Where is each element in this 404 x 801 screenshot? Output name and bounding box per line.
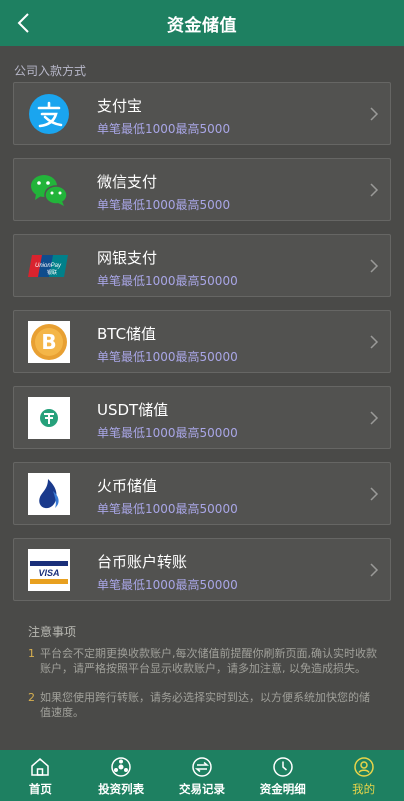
chevron-right-icon [370,335,379,349]
payment-method-huobi[interactable]: 火币储值 单笔最低1000最高50000 [13,462,391,525]
visa-icon: VISA [28,549,70,591]
section-label: 公司入款方式 [14,64,87,78]
unionpay-icon: UnionPay 银联 [28,245,70,287]
method-name: 火币储值 [97,477,158,495]
tab-label: 资金明细 [259,782,306,796]
method-limit: 单笔最低1000最高50000 [97,502,238,516]
tab-label: 交易记录 [178,782,225,796]
tab-profile[interactable]: 我的 [323,750,404,801]
payment-method-usdt[interactable]: USDT储值 单笔最低1000最高50000 [13,386,391,449]
transactions-icon [192,757,212,777]
note-item: 1 平台会不定期更换收款账户,每次储值前提醒你刷新页面,确认实时收款账户，请严格… [28,646,378,676]
svg-text:UnionPay: UnionPay [35,263,62,269]
tab-label: 我的 [352,782,376,796]
method-name: 微信支付 [97,173,158,191]
note-number: 1 [28,647,35,660]
method-name: BTC储值 [97,325,157,343]
chevron-right-icon [370,183,379,197]
notes-title: 注意事项 [28,625,77,639]
svg-text:B: B [41,330,56,354]
tab-invest-list[interactable]: 投资列表 [81,750,162,801]
page-title: 资金储值 [167,15,237,36]
chevron-right-icon [370,107,379,121]
chevron-right-icon [370,259,379,273]
method-name: 支付宝 [97,97,143,115]
method-limit: 单笔最低1000最高50000 [97,274,238,288]
note-text: 如果您使用跨行转账，请务必选择实时到达，以方便系统加快您的储值速度。 [40,691,370,719]
method-limit: 单笔最低1000最高50000 [97,350,238,364]
clock-icon [273,757,293,777]
bitcoin-icon: B [28,321,70,363]
notes-section: 注意事项 1 平台会不定期更换收款账户,每次储值前提醒你刷新页面,确认实时收款账… [28,625,378,734]
chevron-right-icon [370,487,379,501]
bottom-tab-bar: 首页 投资列表 交易记录 资金明细 我的 [0,750,404,801]
wechat-icon [28,169,70,211]
chevron-right-icon [370,411,379,425]
payment-method-twd-transfer[interactable]: VISA 台币账户转账 单笔最低1000最高50000 [13,538,391,601]
usdt-icon [28,397,70,439]
payment-method-btc[interactable]: B BTC储值 单笔最低1000最高50000 [13,310,391,373]
tab-label: 首页 [28,782,52,796]
payment-method-unionpay[interactable]: UnionPay 银联 网银支付 单笔最低1000最高50000 [13,234,391,297]
home-icon [31,758,50,776]
method-limit: 单笔最低1000最高5000 [97,198,231,212]
method-limit: 单笔最低1000最高50000 [97,578,238,592]
note-number: 2 [28,691,35,704]
profile-icon [353,757,374,777]
svg-text:银联: 银联 [47,269,57,276]
alipay-icon [28,93,70,135]
tab-home[interactable]: 首页 [0,750,81,801]
tab-fund-details[interactable]: 资金明细 [242,750,323,801]
tab-transactions[interactable]: 交易记录 [162,750,243,801]
method-name: USDT储值 [97,401,169,419]
tab-label: 投资列表 [98,782,145,796]
note-text: 平台会不定期更换收款账户,每次储值前提醒你刷新页面,确认实时收款账户，请严格按照… [40,647,377,675]
invest-list-icon [111,757,131,777]
chevron-right-icon [370,563,379,577]
method-limit: 单笔最低1000最高50000 [97,426,238,440]
method-name: 台币账户转账 [97,553,188,571]
huobi-icon [28,473,70,515]
payment-method-alipay[interactable]: 支付宝 单笔最低1000最高5000 [13,82,391,145]
payment-method-list: 支付宝 单笔最低1000最高5000 微信支付 单笔最低1000最高5000 U… [13,82,391,614]
method-limit: 单笔最低1000最高5000 [97,122,231,136]
note-item: 2 如果您使用跨行转账，请务必选择实时到达，以方便系统加快您的储值速度。 [28,690,378,720]
back-button[interactable] [8,8,38,38]
payment-method-wechat[interactable]: 微信支付 单笔最低1000最高5000 [13,158,391,221]
header: 资金储值 [0,0,404,46]
svg-text:VISA: VISA [38,568,59,578]
method-name: 网银支付 [97,249,158,267]
chevron-left-icon [17,13,29,33]
